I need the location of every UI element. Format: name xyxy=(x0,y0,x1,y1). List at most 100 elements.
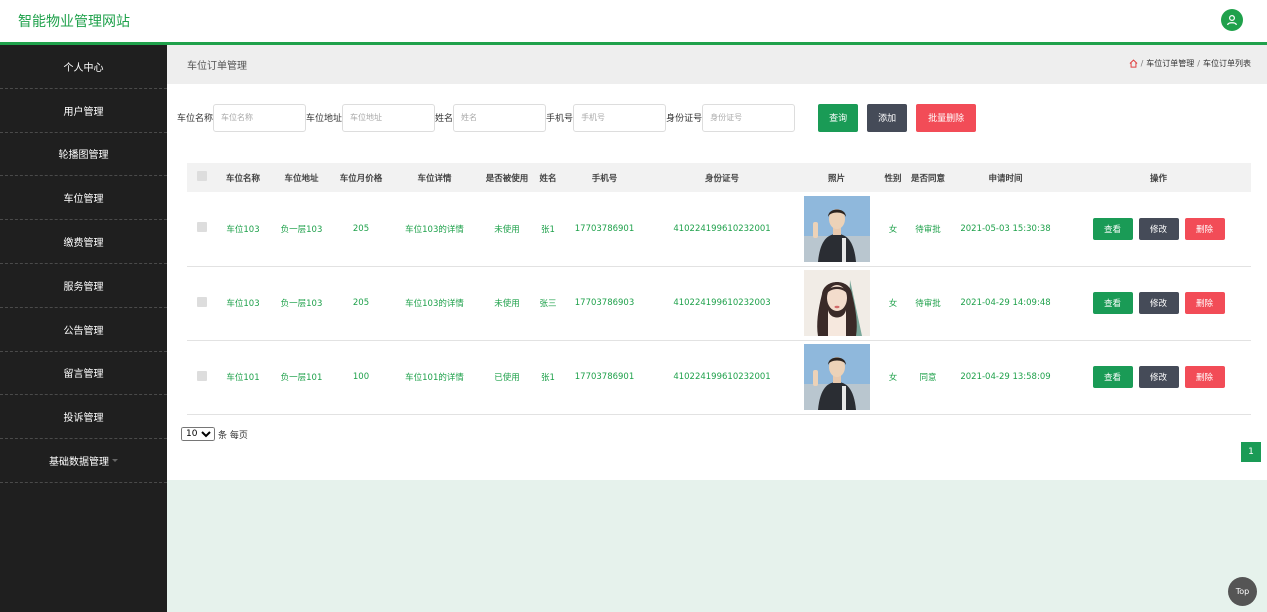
column-header: 车位地址 xyxy=(284,173,319,184)
cell-gender: 女 xyxy=(888,373,898,383)
row-actions: 查看 修改 删除 xyxy=(1066,366,1251,388)
row-checkbox[interactable] xyxy=(197,370,207,381)
edit-button[interactable]: 修改 xyxy=(1138,217,1179,240)
column-header: 身份证号 xyxy=(704,173,739,184)
cell-spot-name: 车位103 xyxy=(226,299,260,309)
cell-spot-address: 负一层101 xyxy=(280,373,323,383)
sidebar-item-payment-management[interactable]: 缴费管理 xyxy=(0,220,167,264)
back-to-top-button[interactable]: Top xyxy=(1228,577,1257,606)
page-number-button[interactable]: 1 xyxy=(1241,442,1261,462)
row-checkbox[interactable] xyxy=(197,222,207,233)
sidebar-item-label: 车位管理 xyxy=(63,194,104,206)
photo-thumbnail-female xyxy=(803,270,870,336)
cell-spot-address: 负一层103 xyxy=(280,224,323,235)
cell-apply-time: 2021-04-29 13:58:09 xyxy=(960,372,1051,382)
view-button[interactable]: 查看 xyxy=(1092,217,1133,240)
cell-id-card: 410224199610232001 xyxy=(673,223,771,234)
row-checkbox[interactable] xyxy=(197,296,207,307)
orders-table: 车位名称 车位地址 车位月价格 车位详情 是否被使用 姓名 手机号 身份证号 照… xyxy=(187,163,1251,415)
sidebar-item-label: 缴费管理 xyxy=(63,238,104,250)
cell-used-status: 未使用 xyxy=(494,299,520,309)
table-header-row: 车位名称 车位地址 车位月价格 车位详情 是否被使用 姓名 手机号 身份证号 照… xyxy=(187,163,1251,192)
page-size-control: 10 条 每页 xyxy=(181,427,248,441)
cell-id-card: 410224199610232003 xyxy=(673,298,771,308)
search-label-id-card: 身份证号 xyxy=(666,114,703,124)
sidebar-item-label: 基础数据管理 xyxy=(49,457,109,469)
breadcrumb-item-order-management[interactable]: 车位订单管理 xyxy=(1146,58,1194,69)
cell-approval-status: 同意 xyxy=(919,373,937,383)
cell-id-card: 410224199610232001 xyxy=(673,372,771,382)
breadcrumb: / 车位订单管理 / 车位订单列表 xyxy=(1129,58,1251,69)
orders-table-container: 车位名称 车位地址 车位月价格 车位详情 是否被使用 姓名 手机号 身份证号 照… xyxy=(187,163,1251,415)
column-header: 姓名 xyxy=(539,173,557,184)
cell-gender: 女 xyxy=(888,224,898,235)
column-header: 车位详情 xyxy=(417,173,452,184)
spot-address-input[interactable] xyxy=(342,103,436,132)
sidebar-item-label: 公告管理 xyxy=(63,325,104,337)
sidebar-item-personal-center[interactable]: 个人中心 xyxy=(0,45,167,89)
breadcrumb-separator: / xyxy=(1197,59,1200,68)
sidebar-item-carousel-management[interactable]: 轮播图管理 xyxy=(0,133,167,177)
sidebar-item-user-management[interactable]: 用户管理 xyxy=(0,89,167,133)
column-header: 车位名称 xyxy=(225,173,260,184)
edit-button[interactable]: 修改 xyxy=(1138,292,1179,314)
cell-spot-detail: 车位103的详情 xyxy=(405,224,464,235)
cell-person-name: 张1 xyxy=(541,373,555,383)
spot-name-input[interactable] xyxy=(213,103,307,132)
id-card-input[interactable] xyxy=(702,103,796,132)
table-row: 车位101 负一层101 100 车位101的详情 已使用 张1 1770378… xyxy=(187,340,1251,414)
select-all-checkbox-cell[interactable] xyxy=(187,163,217,192)
sidebar-item-basic-data-management[interactable]: 基础数据管理 xyxy=(0,439,167,483)
search-label-phone: 手机号 xyxy=(546,114,574,124)
query-button[interactable]: 查询 xyxy=(818,103,859,132)
delete-button[interactable]: 删除 xyxy=(1184,292,1225,314)
view-button[interactable]: 查看 xyxy=(1092,366,1133,388)
phone-input[interactable] xyxy=(573,103,667,132)
user-avatar-button[interactable] xyxy=(1221,9,1243,31)
column-header: 是否同意 xyxy=(911,173,946,184)
edit-button[interactable]: 修改 xyxy=(1138,366,1179,388)
add-button[interactable]: 添加 xyxy=(867,103,908,132)
cell-monthly-price: 100 xyxy=(352,372,370,382)
table-row: 车位103 负一层103 205 车位103的详情 未使用 张1 1770378… xyxy=(187,192,1251,266)
cell-spot-detail: 车位101的详情 xyxy=(405,373,464,383)
sidebar-item-label: 服务管理 xyxy=(63,281,104,293)
page-title: 车位订单管理 xyxy=(187,61,247,72)
delete-button[interactable]: 删除 xyxy=(1184,366,1225,388)
search-label-spot-name: 车位名称 xyxy=(177,114,214,124)
table-row: 车位103 负一层103 205 车位103的详情 未使用 张三 1770378… xyxy=(187,266,1251,340)
sidebar-item-service-management[interactable]: 服务管理 xyxy=(0,264,167,308)
view-button[interactable]: 查看 xyxy=(1092,292,1133,314)
sidebar-item-notice-management[interactable]: 公告管理 xyxy=(0,308,167,352)
column-header: 车位月价格 xyxy=(339,173,383,184)
cell-approval-status: 待审批 xyxy=(915,299,941,309)
photo-thumbnail-male xyxy=(803,344,870,410)
sidebar-item-complaint-management[interactable]: 投诉管理 xyxy=(0,395,167,440)
batch-delete-button[interactable]: 批量删除 xyxy=(916,103,977,132)
breadcrumb-separator: / xyxy=(1140,59,1144,68)
select-all-checkbox[interactable] xyxy=(197,171,207,181)
page-size-select[interactable]: 10 xyxy=(181,427,215,441)
column-header: 申请时间 xyxy=(988,173,1023,184)
cell-apply-time: 2021-05-03 15:30:38 xyxy=(960,223,1051,234)
home-icon[interactable] xyxy=(1129,59,1138,68)
row-actions: 查看 修改 删除 xyxy=(1066,217,1251,240)
column-header: 操作 xyxy=(1149,173,1167,184)
sidebar-item-parking-management[interactable]: 车位管理 xyxy=(0,176,167,221)
cell-spot-detail: 车位103的详情 xyxy=(405,299,464,309)
cell-gender: 女 xyxy=(888,299,898,309)
cell-spot-name: 车位103 xyxy=(226,224,260,235)
cell-spot-address: 负一层103 xyxy=(280,299,323,309)
cell-person-name: 张三 xyxy=(539,299,557,309)
cell-used-status: 未使用 xyxy=(494,224,520,235)
sidebar-item-message-management[interactable]: 留言管理 xyxy=(0,352,167,396)
cell-monthly-price: 205 xyxy=(352,223,370,234)
user-icon xyxy=(1227,14,1237,26)
cell-apply-time: 2021-04-29 14:09:48 xyxy=(960,298,1051,308)
cell-person-name: 张1 xyxy=(541,224,555,235)
delete-button[interactable]: 删除 xyxy=(1184,217,1225,240)
name-input[interactable] xyxy=(453,103,547,132)
breadcrumb-item-order-list: 车位订单列表 xyxy=(1203,59,1251,68)
cell-phone: 17703786901 xyxy=(574,372,635,382)
column-header: 是否被使用 xyxy=(485,173,529,184)
